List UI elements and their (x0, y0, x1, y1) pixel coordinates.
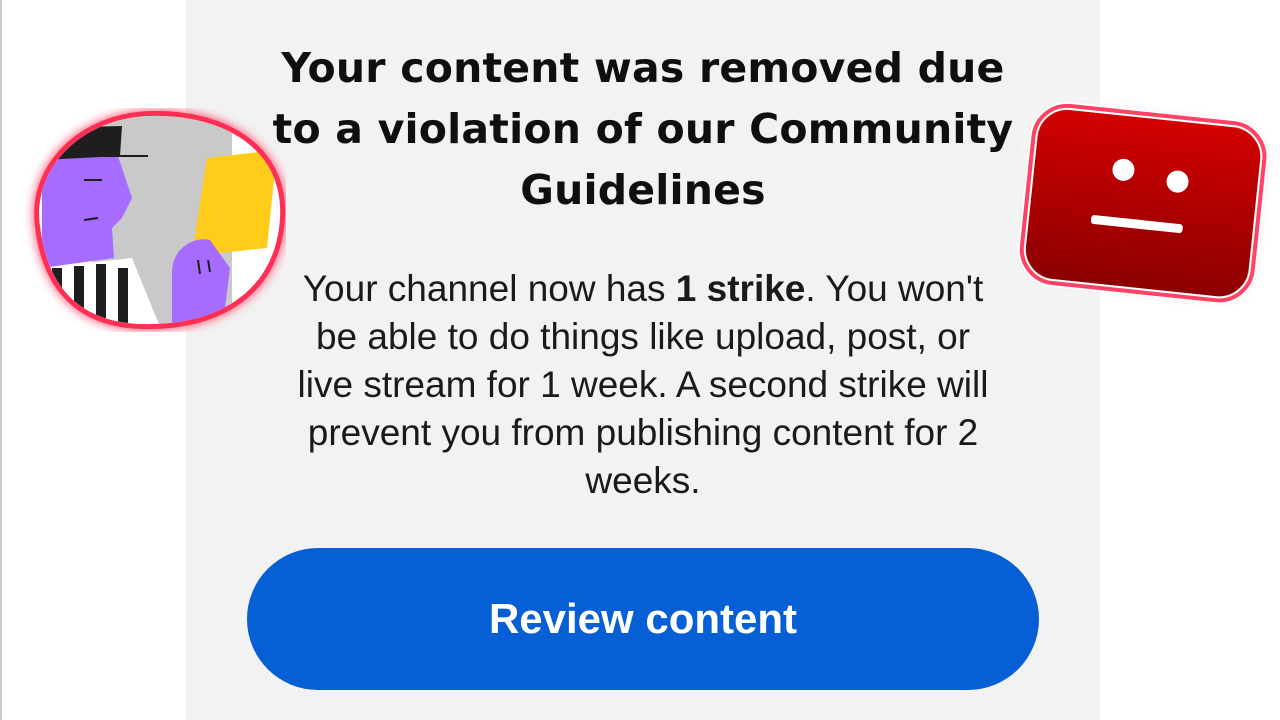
body-line-1-post: . You won't (805, 268, 984, 309)
strike-notice-card: Your content was removed due to a violat… (186, 0, 1100, 720)
body-line-5: weeks. (585, 460, 701, 501)
frame-border (0, 0, 2, 720)
body-line-3: live stream for 1 week. A second strike … (297, 364, 989, 405)
strike-count-text: 1 strike (675, 268, 806, 309)
body-line-4: prevent you from publishing content for … (307, 412, 979, 453)
dialog-body: Your channel now has 1 strike. You won't… (226, 265, 1060, 505)
title-line-1: Your content was removed due (281, 44, 1005, 92)
title-line-2: to a violation of our Community (272, 105, 1014, 153)
body-line-1: Your channel now has 1 strike. You won't (226, 265, 1060, 313)
dialog-title: Your content was removed due to a violat… (186, 38, 1100, 221)
review-content-button[interactable]: Review content (247, 548, 1039, 690)
body-line-1-pre: Your channel now has (302, 268, 676, 309)
body-line-2: be able to do things like upload, post, … (315, 316, 971, 357)
sad-play-button-icon (1017, 101, 1269, 305)
screenshot-stage: Your content was removed due to a violat… (0, 0, 1280, 720)
referee-yellow-card-icon (34, 110, 286, 330)
title-line-3: Guidelines (520, 166, 766, 214)
